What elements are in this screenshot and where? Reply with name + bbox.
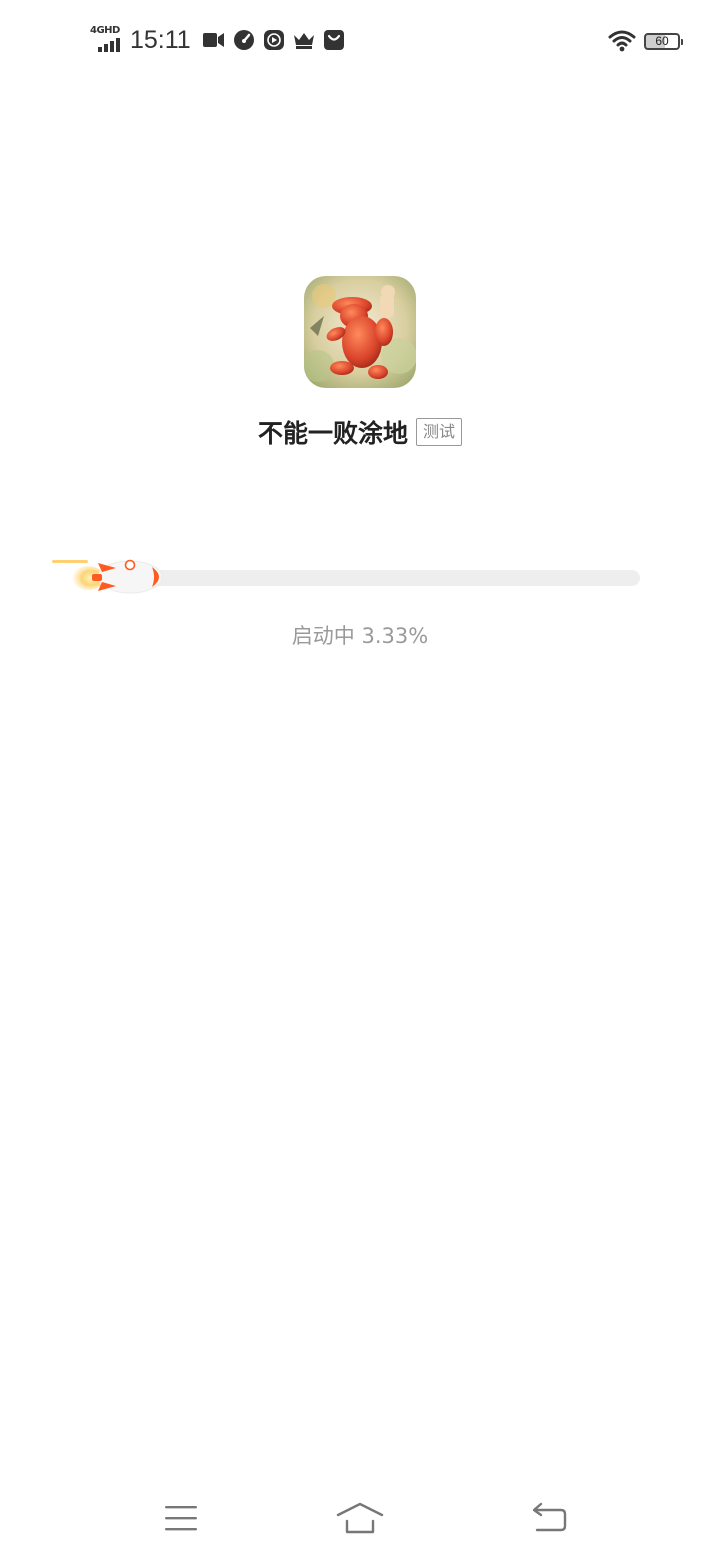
menu-button[interactable] [151, 1498, 211, 1538]
battery-icon: 60 [644, 32, 683, 50]
back-icon [532, 1502, 567, 1532]
menu-icon [165, 1506, 197, 1531]
status-time: 15:11 [130, 25, 191, 54]
play-icon [263, 29, 285, 51]
back-button[interactable] [519, 1498, 579, 1538]
app-title: 不能一败涂地 [257, 419, 408, 448]
status-bar: 4GHD 15:11 60 [0, 0, 720, 80]
battery-level: 60 [655, 34, 669, 48]
game-app-icon [304, 276, 416, 388]
home-icon [336, 1502, 384, 1534]
status-bar-left: 4GHD 15:11 [90, 22, 353, 58]
app-title-row: 不能一败涂地 测试 [0, 410, 720, 454]
navigation-bar [0, 1480, 720, 1560]
network-type: 4GHD [90, 25, 120, 36]
home-button[interactable] [330, 1498, 390, 1538]
test-badge: 测试 [416, 418, 463, 446]
wifi-icon [608, 30, 636, 52]
cellular-signal-icon: 4GHD [90, 26, 124, 54]
crown-icon [293, 29, 315, 51]
status-bar-right: 60 [608, 26, 683, 56]
progress-status-text: 启动中 3.33% [291, 624, 429, 648]
rocket-progress-indicator [52, 559, 163, 594]
shopping-bag-icon [323, 29, 345, 51]
speed-gauge-icon [233, 29, 255, 51]
video-camera-icon [202, 29, 225, 51]
